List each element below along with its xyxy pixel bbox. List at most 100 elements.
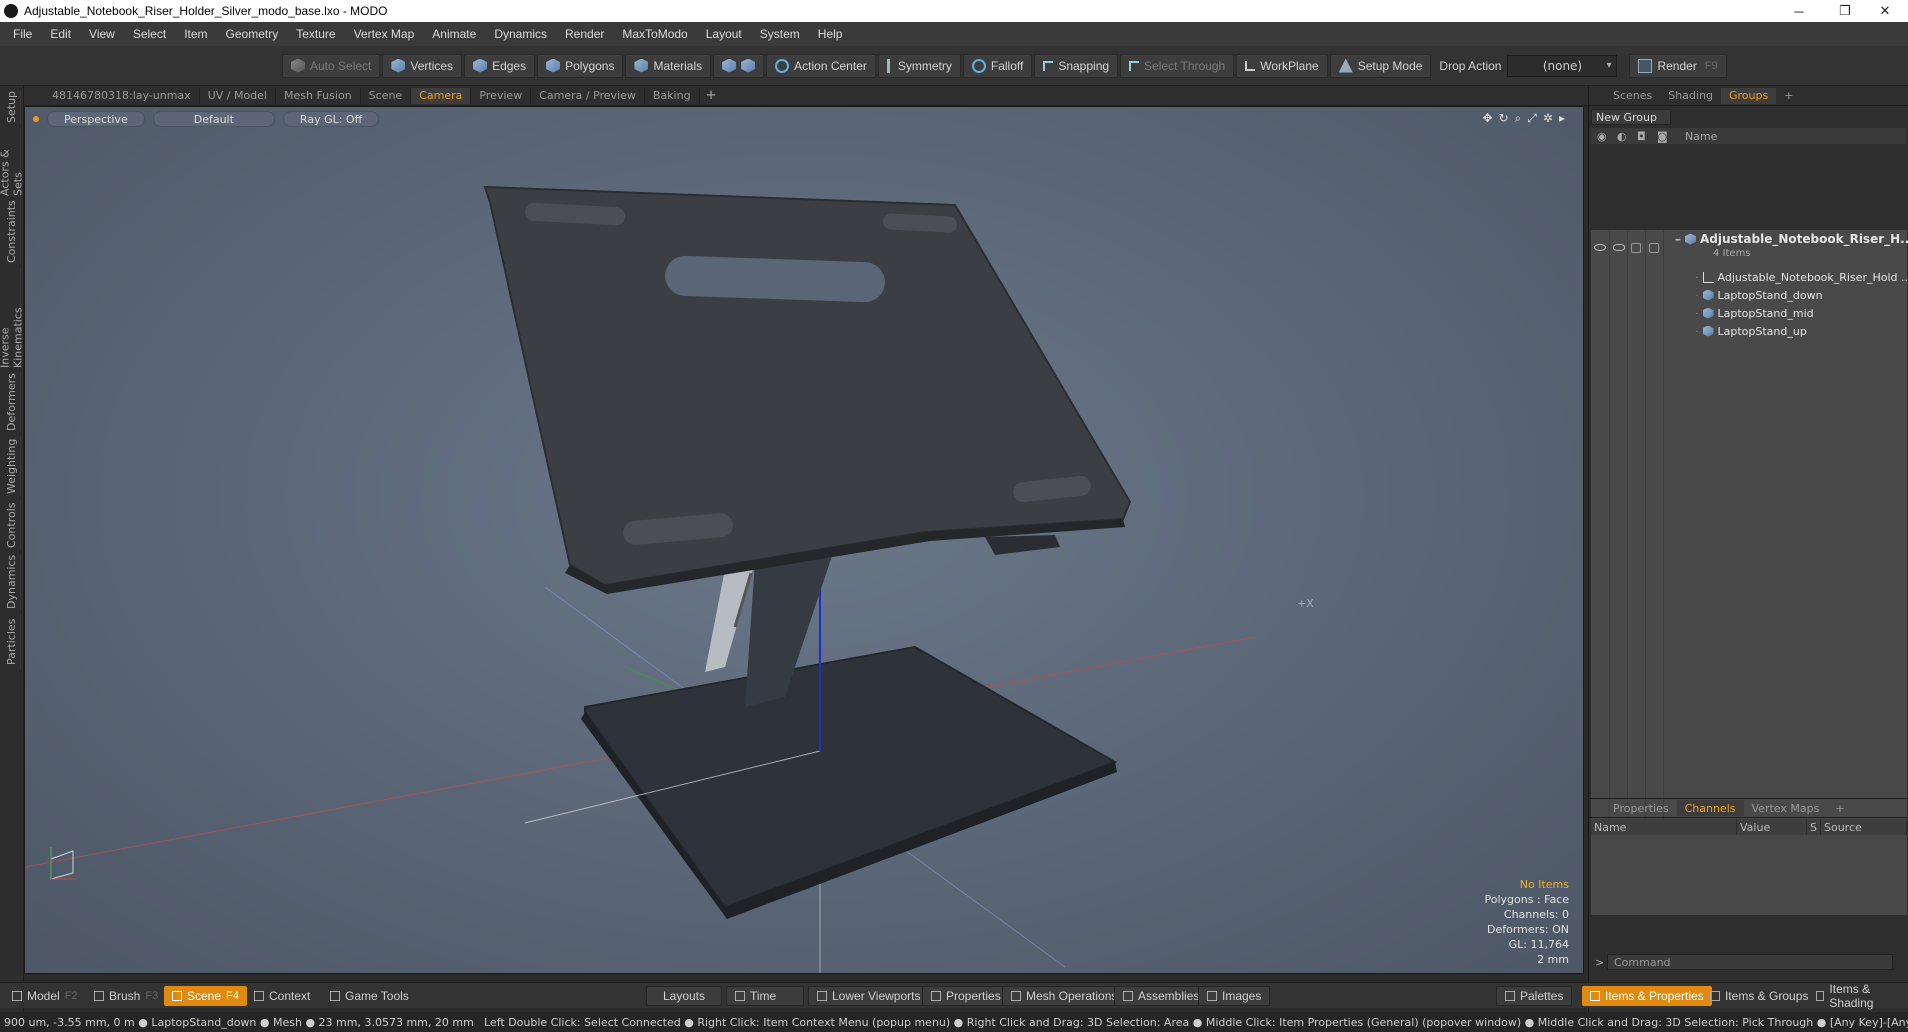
layouts-button[interactable]: Layouts: [646, 986, 722, 1006]
menu-layout[interactable]: Layout: [697, 27, 751, 41]
menu-edit[interactable]: Edit: [41, 27, 80, 41]
menu-dynamics[interactable]: Dynamics: [485, 27, 556, 41]
drop-action-select[interactable]: (none): [1507, 54, 1618, 77]
falloff-button[interactable]: Falloff: [962, 53, 1033, 78]
close-button[interactable]: ✕: [1862, 0, 1908, 22]
tab-vertex-maps[interactable]: Vertex Maps: [1744, 800, 1828, 816]
group-root-row[interactable]: – Adjustable_Notebook_Riser_H... 4 Items: [1591, 232, 1908, 262]
selection-sets-button[interactable]: [713, 53, 765, 78]
zoom-icon[interactable]: ⌕: [1515, 111, 1522, 126]
viewport-options-dot[interactable]: [33, 116, 39, 122]
menu-view[interactable]: View: [80, 27, 124, 41]
select-through-button[interactable]: Select Through: [1120, 53, 1235, 78]
3d-viewport[interactable]: +X Perspective Default Ray GL: Off ✥ ↻ ⌕…: [24, 106, 1584, 974]
tab-groups[interactable]: Groups: [1720, 87, 1777, 104]
render-button[interactable]: Render F9: [1629, 53, 1727, 78]
pan-icon[interactable]: ✥: [1482, 111, 1492, 126]
setup-mode-button[interactable]: Setup Mode: [1329, 53, 1432, 78]
menu-animate[interactable]: Animate: [423, 27, 485, 41]
menu-maxtomodo[interactable]: MaxToModo: [613, 27, 696, 41]
add-panel-tab-button[interactable]: +: [1776, 88, 1801, 104]
materials-button[interactable]: Materials: [625, 53, 712, 78]
game-tools-button[interactable]: Game Tools: [322, 986, 417, 1006]
menu-system[interactable]: System: [751, 27, 809, 41]
menu-help[interactable]: Help: [809, 27, 852, 41]
render-toggle-icon[interactable]: [1613, 244, 1625, 251]
add-channel-tab-button[interactable]: +: [1827, 800, 1852, 816]
menu-geometry[interactable]: Geometry: [217, 27, 288, 41]
symmetry-button[interactable]: Symmetry: [877, 53, 961, 78]
tab-constraints[interactable]: Constraints: [3, 200, 21, 264]
model-layout-button[interactable]: Model F2: [4, 986, 86, 1006]
edges-icon: [473, 58, 488, 73]
time-button[interactable]: Time: [726, 986, 804, 1006]
palettes-button[interactable]: Palettes: [1496, 986, 1573, 1006]
shading-dropdown[interactable]: Default: [152, 111, 275, 127]
snapping-button[interactable]: Snapping: [1034, 53, 1119, 78]
menu-vertex-map[interactable]: Vertex Map: [345, 27, 424, 41]
properties-button[interactable]: Properties: [922, 986, 1010, 1006]
new-group-button[interactable]: New Group: [1591, 109, 1671, 125]
items-properties-button[interactable]: Items & Properties: [1582, 986, 1712, 1006]
vertices-button[interactable]: Vertices: [382, 53, 463, 78]
add-tab-button[interactable]: +: [700, 88, 723, 103]
group-child-row[interactable]: · LaptopStand_down: [1591, 286, 1907, 304]
items-shading-button[interactable]: Items & Shading: [1808, 982, 1908, 1010]
child-item-name: LaptopStand_down: [1717, 288, 1823, 302]
workplane-button[interactable]: WorkPlane: [1236, 53, 1328, 78]
tab-scenes[interactable]: Scenes: [1605, 88, 1660, 104]
group-child-row[interactable]: · LaptopStand_up: [1591, 322, 1907, 340]
group-child-row[interactable]: · Adjustable_Notebook_Riser_Hold ...: [1591, 268, 1908, 286]
view-type-dropdown[interactable]: Perspective: [47, 111, 145, 127]
tab-controls[interactable]: Controls: [3, 500, 21, 550]
tab-uv-model[interactable]: UV / Model: [200, 87, 276, 104]
tab-deformers[interactable]: Deformers: [3, 372, 21, 432]
tab-shading[interactable]: Shading: [1660, 88, 1721, 104]
images-button[interactable]: Images: [1198, 986, 1271, 1006]
tab-camera-preview[interactable]: Camera / Preview: [531, 87, 645, 104]
menu-file[interactable]: File: [4, 27, 41, 41]
tab-dynamics[interactable]: Dynamics: [3, 554, 21, 610]
assemblies-button[interactable]: Assemblies: [1114, 986, 1209, 1006]
action-center-button[interactable]: Action Center: [766, 53, 876, 78]
tab-properties[interactable]: Properties: [1605, 800, 1677, 816]
tab-channels[interactable]: Channels: [1676, 800, 1744, 816]
collapse-toggle-icon[interactable]: –: [1675, 232, 1681, 246]
menu-item[interactable]: Item: [175, 27, 216, 41]
expand-arrow-icon[interactable]: ▸: [1559, 111, 1565, 126]
items-groups-button[interactable]: Items & Groups: [1702, 986, 1816, 1006]
minimize-button[interactable]: ─: [1776, 0, 1822, 22]
tab-camera[interactable]: Camera: [411, 87, 472, 104]
select-checkbox[interactable]: [1649, 243, 1659, 253]
fit-icon[interactable]: ⤢: [1527, 111, 1537, 126]
tab-actors-sets[interactable]: Actors & Sets: [0, 128, 25, 196]
settings-icon[interactable]: ✲: [1543, 111, 1553, 126]
tab-weighting[interactable]: Weighting: [3, 436, 21, 496]
auto-select-button[interactable]: Auto Select: [282, 53, 381, 78]
groups-tab-bar: Scenes Shading Groups +: [1589, 86, 1908, 106]
tab-baking[interactable]: Baking: [645, 87, 700, 104]
tab-preview[interactable]: Preview: [471, 87, 532, 104]
context-button[interactable]: Context: [246, 986, 318, 1006]
tab-setup[interactable]: Setup: [3, 90, 21, 124]
tab-particles[interactable]: Particles: [3, 614, 21, 670]
group-child-row[interactable]: · LaptopStand_mid: [1591, 304, 1907, 322]
tab-mesh-fusion[interactable]: Mesh Fusion: [276, 87, 361, 104]
tab-inverse-kinematics[interactable]: Inverse Kinematics: [0, 268, 25, 368]
polygons-button[interactable]: Polygons: [537, 53, 624, 78]
menu-render[interactable]: Render: [556, 27, 613, 41]
rotate-icon[interactable]: ↻: [1499, 111, 1509, 126]
lower-viewports-button[interactable]: Lower Viewports: [808, 986, 930, 1006]
mesh-operations-button[interactable]: Mesh Operations: [1002, 986, 1127, 1006]
edges-button[interactable]: Edges: [464, 53, 536, 78]
menu-texture[interactable]: Texture: [287, 27, 344, 41]
menu-select[interactable]: Select: [124, 27, 175, 41]
scene-layout-button[interactable]: Scene F4: [164, 986, 247, 1006]
raygl-toggle[interactable]: Ray GL: Off: [282, 111, 380, 127]
tab-lay-unmax[interactable]: 48146780318:lay-unmax: [44, 87, 200, 104]
command-input[interactable]: Command: [1607, 954, 1893, 970]
visibility-eye-icon[interactable]: [1594, 244, 1606, 251]
brush-layout-button[interactable]: Brush F3: [86, 986, 166, 1006]
tab-scene[interactable]: Scene: [361, 87, 412, 104]
lock-checkbox[interactable]: [1631, 243, 1641, 253]
